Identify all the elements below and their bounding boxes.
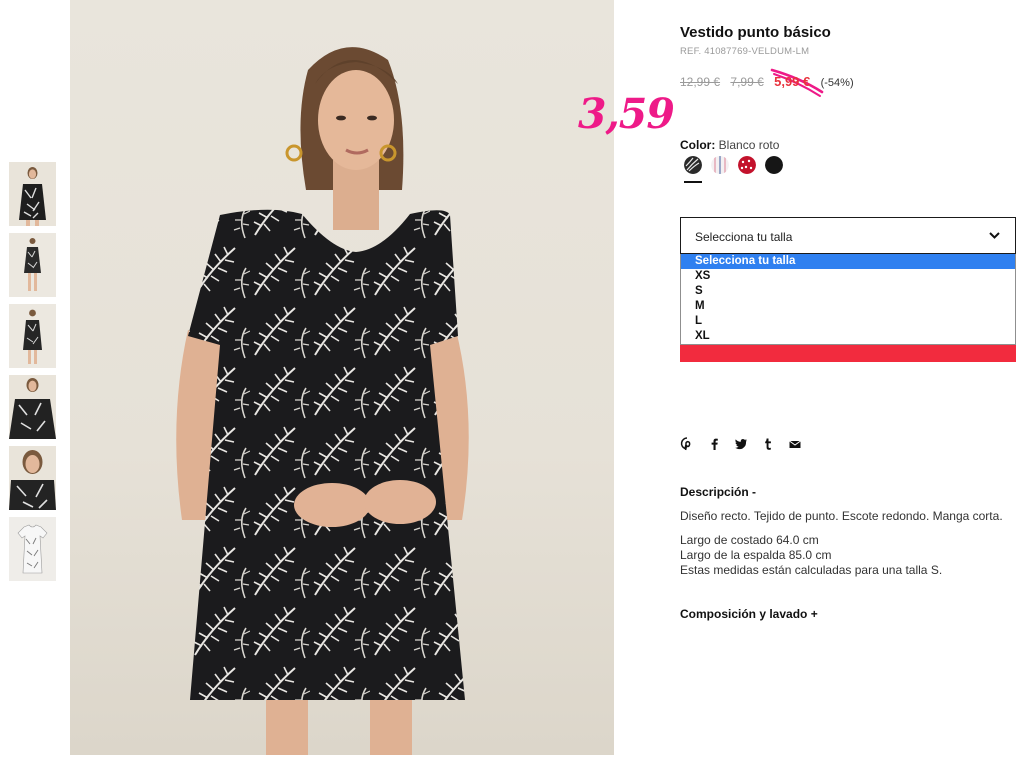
chevron-down-icon: [988, 229, 1001, 247]
size-option[interactable]: L: [681, 314, 1015, 329]
thumbnail-front-view[interactable]: [9, 162, 56, 226]
thumbnail-strip: [9, 162, 56, 588]
size-option[interactable]: XL: [681, 329, 1015, 344]
swatch-pink-stripe[interactable]: [711, 156, 729, 174]
thumbnail-side-view[interactable]: [9, 304, 56, 368]
handwritten-price: 3,59: [578, 90, 675, 138]
discount-percentage: (-54%): [820, 77, 854, 89]
size-option[interactable]: XS: [681, 269, 1015, 284]
original-price: 12,99 €: [680, 75, 721, 89]
color-swatches: [684, 156, 783, 174]
share-icons: [680, 437, 802, 451]
swatch-black[interactable]: [765, 156, 783, 174]
size-dropdown-list: Selecciona tu talla XS S M L XL: [680, 254, 1016, 345]
thumbnail-detail-view[interactable]: [9, 375, 56, 439]
size-option[interactable]: M: [681, 299, 1015, 314]
measurement-line: Largo de costado 64.0 cm: [680, 533, 819, 547]
main-product-image[interactable]: [70, 0, 614, 755]
thumbnail-flat-lay[interactable]: [9, 517, 56, 581]
measurement-line: Largo de la espalda 85.0 cm: [680, 548, 832, 562]
pinterest-icon[interactable]: [680, 437, 694, 451]
size-select[interactable]: Selecciona tu talla: [680, 217, 1016, 254]
size-option[interactable]: S: [681, 284, 1015, 299]
swatch-black-leaf[interactable]: [684, 156, 702, 174]
measurement-note: Estas medidas están calculadas para una …: [680, 563, 943, 577]
color-label: Color:: [680, 138, 716, 152]
twitter-icon[interactable]: [734, 437, 748, 451]
size-option[interactable]: Selecciona tu talla: [681, 254, 1015, 269]
thumbnail-closeup[interactable]: [9, 446, 56, 510]
product-reference: REF. 41087769-VELDUM-LM: [680, 46, 810, 57]
price-row: 12,99 € 7,99 € 5,99 € (-54%): [680, 74, 854, 89]
size-select-value: Selecciona tu talla: [695, 230, 793, 244]
product-title: Vestido punto básico: [680, 24, 831, 41]
current-price: 5,99 €: [774, 74, 811, 89]
composition-toggle[interactable]: Composición y lavado +: [680, 607, 818, 621]
facebook-icon[interactable]: [707, 437, 721, 451]
previous-price: 7,99 €: [730, 75, 764, 89]
color-label-row: Color: Blanco roto: [680, 138, 779, 152]
description-text: Diseño recto. Tejido de punto. Escote re…: [680, 509, 1018, 578]
description-toggle[interactable]: Descripción -: [680, 485, 756, 499]
tumblr-icon[interactable]: [761, 437, 775, 451]
color-value: Blanco roto: [718, 138, 780, 152]
description-line: Diseño recto. Tejido de punto. Escote re…: [680, 509, 1003, 523]
thumbnail-full-body[interactable]: [9, 233, 56, 297]
selected-swatch-indicator: [684, 181, 702, 183]
swatch-red-dots[interactable]: [738, 156, 756, 174]
email-icon[interactable]: [788, 437, 802, 451]
